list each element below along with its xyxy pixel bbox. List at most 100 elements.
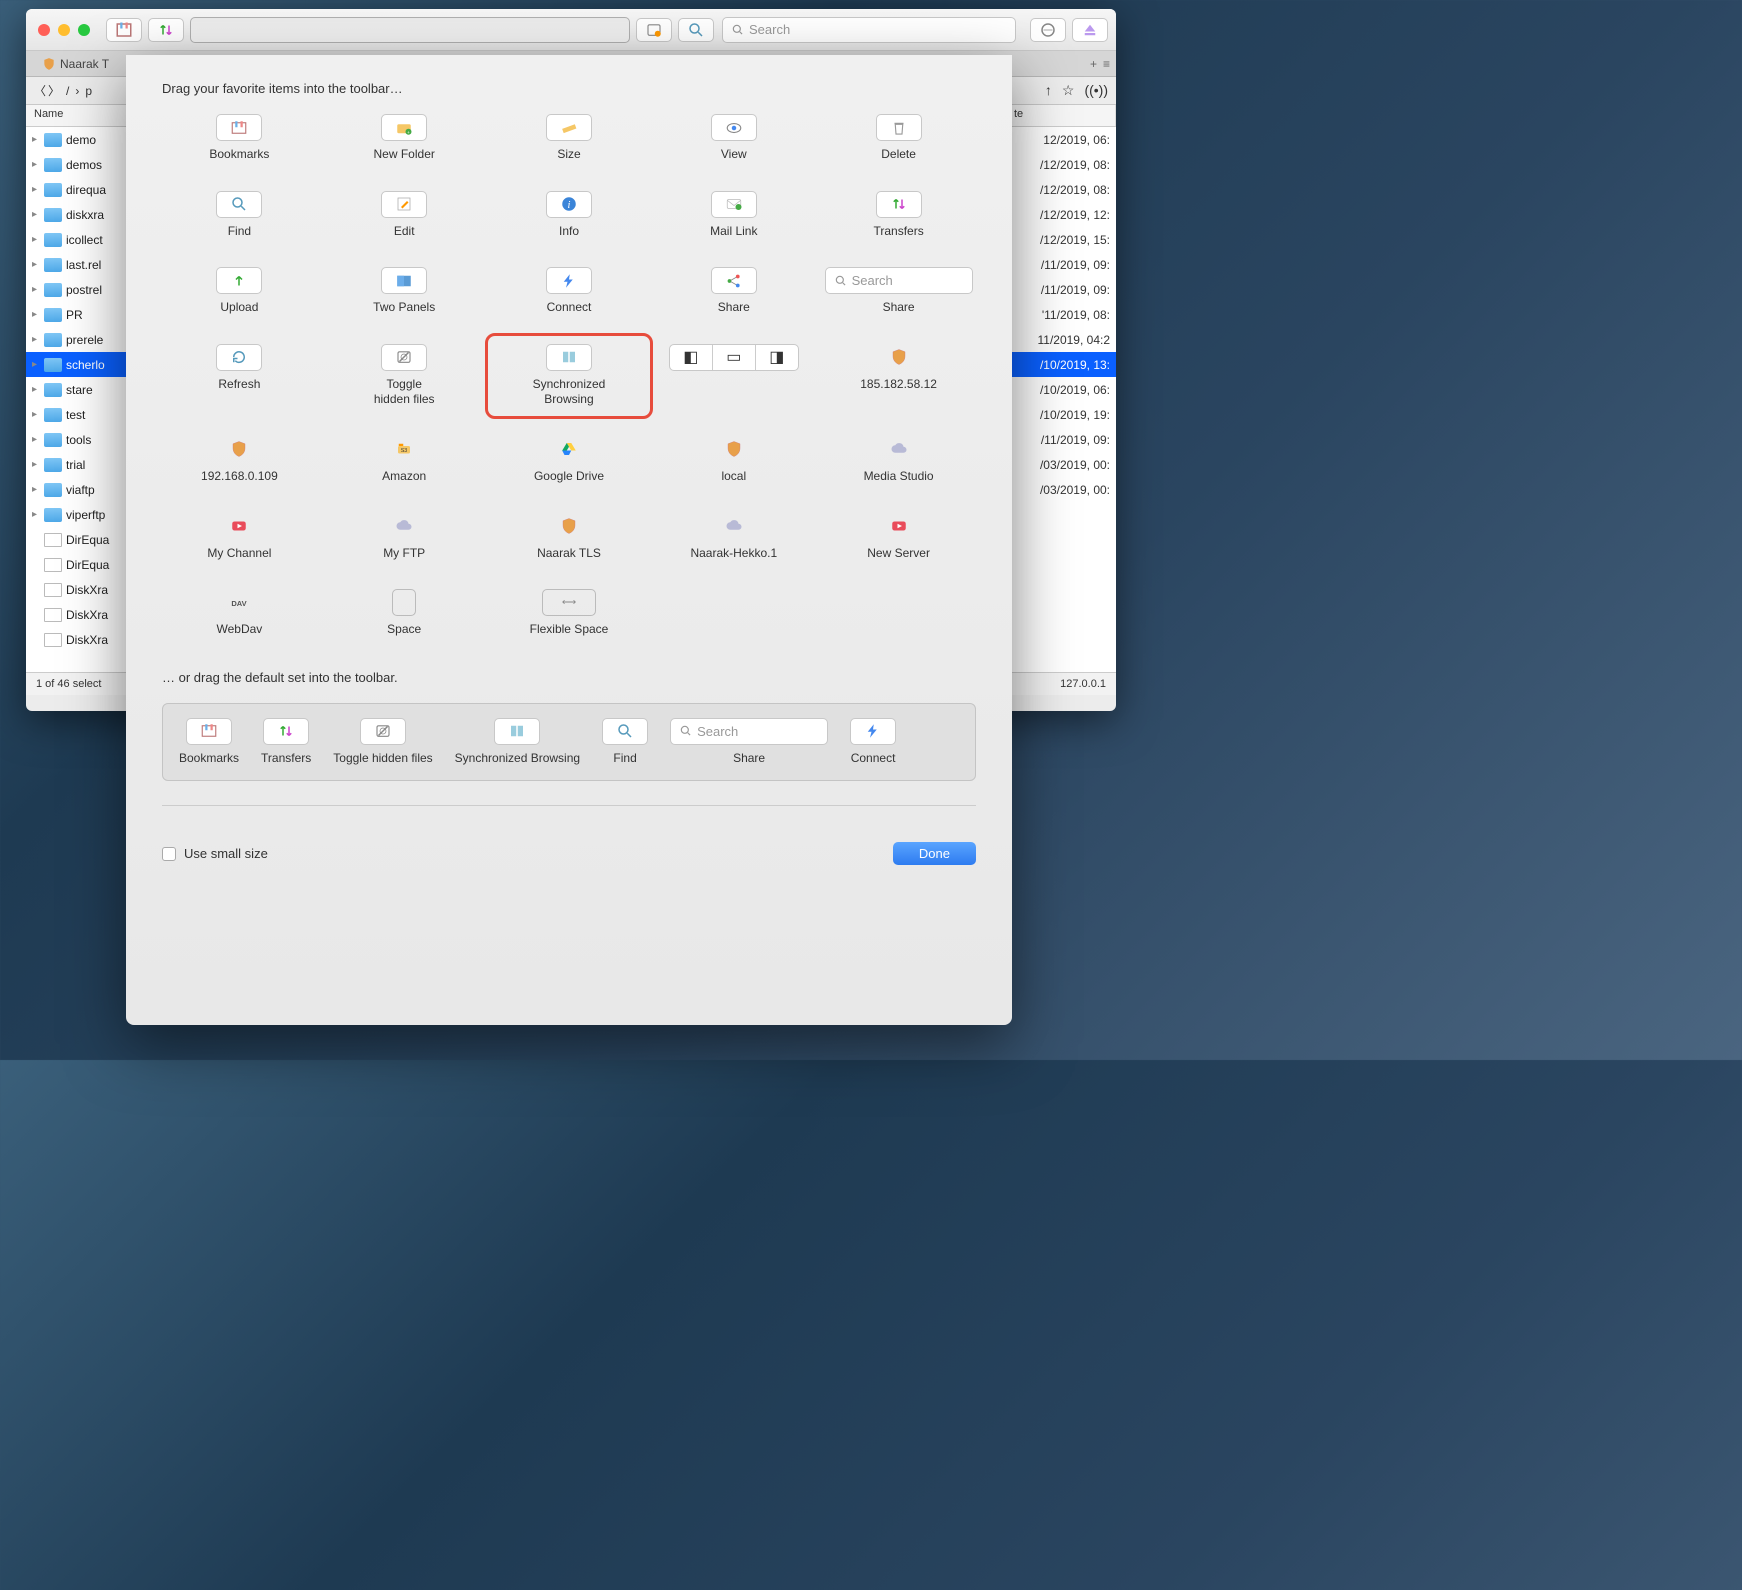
broadcast-icon[interactable]: ((•))	[1084, 82, 1108, 99]
toolbar-item-share[interactable]: Share	[656, 267, 811, 316]
bolt-icon[interactable]	[546, 267, 592, 294]
toolbar-search[interactable]: Search	[722, 17, 1016, 43]
toolbar-item-two-panels[interactable]: Two Panels	[327, 267, 482, 316]
toolbar-item-find[interactable]: Find	[162, 191, 317, 240]
shield-orange-icon[interactable]	[546, 513, 592, 540]
shield-orange-icon[interactable]	[216, 436, 262, 463]
search-icon[interactable]	[216, 191, 262, 218]
share-icon[interactable]	[711, 267, 757, 294]
hidden-icon[interactable]	[360, 718, 406, 745]
default-set[interactable]: BookmarksTransfersToggle hidden filesSyn…	[162, 703, 976, 782]
toolbar-item-space[interactable]: Space	[327, 589, 482, 638]
transfers-icon[interactable]	[263, 718, 309, 745]
shield-orange-icon[interactable]	[876, 344, 922, 371]
disclosure-icon[interactable]: ▸	[32, 359, 44, 370]
toolbar-item-connect[interactable]: Connect	[850, 718, 896, 767]
disclosure-icon[interactable]: ▸	[32, 334, 44, 345]
toolbar-item-bookmarks[interactable]: Bookmarks	[162, 114, 317, 163]
sync-icon[interactable]	[494, 718, 540, 745]
cloud-icon[interactable]	[711, 513, 757, 540]
disclosure-icon[interactable]: ▸	[32, 209, 44, 220]
toolbar-item-size[interactable]: Size	[492, 114, 647, 163]
toolbar-item-webdav[interactable]: DAVWebDav	[162, 589, 317, 638]
toolbar-item-upload[interactable]: Upload	[162, 267, 317, 316]
sync-icon[interactable]	[546, 344, 592, 371]
flexible-space-icon[interactable]: ⟷	[542, 589, 596, 616]
toolbar-item-naarak-tls[interactable]: Naarak TLS	[492, 513, 647, 562]
toolbar-item-flexible-space[interactable]: ⟷Flexible Space	[492, 589, 647, 638]
disclosure-icon[interactable]: ▸	[32, 509, 44, 520]
transfers-icon[interactable]	[876, 191, 922, 218]
toolbar-item-info[interactable]: iInfo	[492, 191, 647, 240]
mail-icon[interactable]	[711, 191, 757, 218]
dav-icon[interactable]: DAV	[216, 589, 262, 616]
add-tab-icon[interactable]: +	[1090, 57, 1097, 71]
path-crumb[interactable]: p	[85, 84, 92, 98]
disclosure-icon[interactable]: ▸	[32, 259, 44, 270]
toolbar-item-naarak-hekko-1[interactable]: Naarak-Hekko.1	[656, 513, 811, 562]
view-segment[interactable]: ◧▭◨	[669, 344, 799, 371]
bolt-icon[interactable]	[850, 718, 896, 745]
small-size-checkbox[interactable]	[162, 847, 176, 861]
sync-browsing-button[interactable]	[1030, 18, 1066, 42]
cloud-icon[interactable]	[876, 436, 922, 463]
disclosure-icon[interactable]: ▸	[32, 484, 44, 495]
youtube-icon[interactable]	[216, 513, 262, 540]
search-field[interactable]: Search	[825, 267, 973, 294]
eye-icon[interactable]	[711, 114, 757, 141]
youtube-icon[interactable]	[876, 513, 922, 540]
done-button[interactable]: Done	[893, 842, 976, 865]
tab-list-icon[interactable]: ≡	[1103, 57, 1110, 71]
toolbar-item-synchronized-browsing[interactable]: Synchronized Browsing	[455, 718, 580, 767]
disclosure-icon[interactable]: ▸	[32, 409, 44, 420]
bookmarks-button[interactable]	[106, 18, 142, 42]
transfers-button[interactable]	[148, 18, 184, 42]
upload-icon[interactable]	[216, 267, 262, 294]
eject-button[interactable]	[1072, 18, 1108, 42]
toolbar-item-mail-link[interactable]: Mail Link	[656, 191, 811, 240]
refresh-icon[interactable]	[216, 344, 262, 371]
disclosure-icon[interactable]: ▸	[32, 309, 44, 320]
search-field[interactable]: Search	[670, 718, 828, 745]
space-icon[interactable]	[392, 589, 416, 616]
toolbar-item-seg3[interactable]: ◧▭◨	[656, 344, 811, 408]
find-button[interactable]	[678, 18, 714, 42]
search-icon[interactable]	[602, 718, 648, 745]
newfolder-icon[interactable]: +	[381, 114, 427, 141]
toolbar-item-new-server[interactable]: New Server	[821, 513, 976, 562]
forward-button[interactable]: 〉	[48, 82, 60, 99]
toolbar-item-view[interactable]: View	[656, 114, 811, 163]
bookmarks-icon[interactable]	[186, 718, 232, 745]
minimize-button[interactable]	[58, 24, 70, 36]
upload-icon[interactable]: ↑	[1045, 82, 1052, 99]
disclosure-icon[interactable]: ▸	[32, 159, 44, 170]
toolbar-item-google-drive[interactable]: Google Drive	[492, 436, 647, 485]
toolbar-item-media-studio[interactable]: Media Studio	[821, 436, 976, 485]
toolbar-item-192-168-0-109[interactable]: 192.168.0.109	[162, 436, 317, 485]
info-icon[interactable]: i	[546, 191, 592, 218]
panels-icon[interactable]	[381, 267, 427, 294]
toolbar-item-new-folder[interactable]: +New Folder	[327, 114, 482, 163]
hidden-icon[interactable]	[381, 344, 427, 371]
zoom-button[interactable]	[78, 24, 90, 36]
toolbar-item-toggle-hidden-files[interactable]: Toggle hidden files	[333, 718, 432, 767]
hidden-files-button[interactable]	[636, 18, 672, 42]
tab-naarak[interactable]: Naarak T	[32, 51, 119, 76]
trash-icon[interactable]	[876, 114, 922, 141]
toolbar-item-share[interactable]: SearchShare	[821, 267, 976, 316]
toolbar-item-my-channel[interactable]: My Channel	[162, 513, 317, 562]
toolbar-item-refresh[interactable]: Refresh	[162, 344, 317, 408]
shield-orange-icon[interactable]	[711, 436, 757, 463]
ruler-icon[interactable]	[546, 114, 592, 141]
toolbar-item-edit[interactable]: Edit	[327, 191, 482, 240]
toolbar-item-share[interactable]: SearchShare	[670, 718, 828, 767]
toolbar-item-toggle-hidden-files[interactable]: Toggle hidden files	[327, 344, 482, 408]
bookmarks-icon[interactable]	[216, 114, 262, 141]
toolbar-item-transfers[interactable]: Transfers	[821, 191, 976, 240]
cloud-icon[interactable]	[381, 513, 427, 540]
close-button[interactable]	[38, 24, 50, 36]
toolbar-item-transfers[interactable]: Transfers	[261, 718, 311, 767]
star-icon[interactable]: ☆	[1062, 82, 1075, 99]
toolbar-item-amazon[interactable]: S3Amazon	[327, 436, 482, 485]
edit-icon[interactable]	[381, 191, 427, 218]
